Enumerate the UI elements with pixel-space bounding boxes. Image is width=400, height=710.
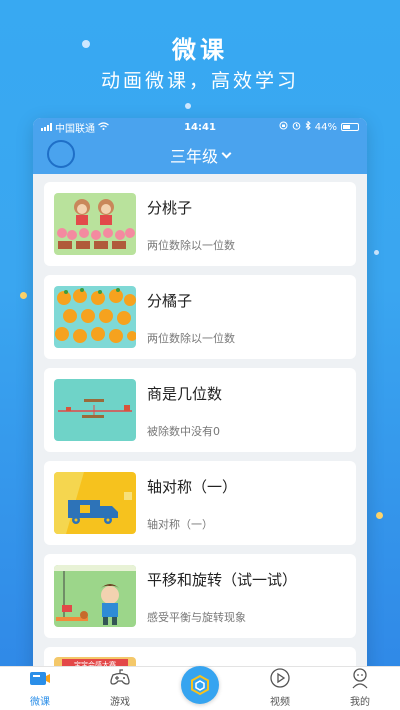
lesson-thumbnail xyxy=(54,565,136,627)
decor-dot xyxy=(185,103,191,109)
lesson-thumbnail xyxy=(54,379,136,441)
lesson-list: 分桃子 两位数除以一位数 分橘子 两位数除以一位数 商是几位数 被除数中没有0 … xyxy=(33,174,367,687)
lesson-card[interactable]: 分桃子 两位数除以一位数 xyxy=(44,182,356,266)
lesson-subtitle: 被除数中没有0 xyxy=(147,425,220,438)
lesson-subtitle: 两位数除以一位数 xyxy=(147,332,235,345)
lesson-thumbnail xyxy=(54,193,136,255)
lesson-title: 轴对称（一） xyxy=(147,478,238,496)
hexagon-icon xyxy=(181,666,219,704)
tab-label: 微课 xyxy=(30,697,50,708)
lesson-subtitle: 两位数除以一位数 xyxy=(147,239,235,252)
avatar[interactable] xyxy=(47,140,75,168)
bluetooth-icon xyxy=(305,120,311,133)
lesson-title: 平移和旋转（试一试） xyxy=(147,571,298,589)
bottom-tab-bar: 微课 游戏 视频 我的 xyxy=(0,666,400,710)
lesson-title: 分橘子 xyxy=(147,292,193,310)
signal-icon xyxy=(41,123,52,131)
lesson-subtitle: 轴对称（一） xyxy=(147,518,213,531)
lesson-subtitle: 感受平衡与旋转现象 xyxy=(147,611,246,624)
tab-center[interactable] xyxy=(170,666,230,708)
lesson-card[interactable]: 平移和旋转（试一试） 感受平衡与旋转现象 xyxy=(44,554,356,638)
alarm-icon xyxy=(292,121,301,133)
tab-games[interactable]: 游戏 xyxy=(90,665,150,708)
tab-label: 我的 xyxy=(350,697,370,708)
decor-dot xyxy=(376,512,383,519)
grade-selector[interactable]: 三年级 xyxy=(169,143,232,167)
phone-screen: 中国联通 14:41 44% 三年级 分桃子 两位数除以一位数 分橘子 两位数除… xyxy=(33,118,367,710)
lesson-title: 分桃子 xyxy=(147,199,193,217)
lesson-card[interactable]: 轴对称（一） 轴对称（一） xyxy=(44,461,356,545)
lesson-card[interactable]: 商是几位数 被除数中没有0 xyxy=(44,368,356,452)
tab-micro-lesson[interactable]: 微课 xyxy=(10,665,70,708)
carrier-label: 中国联通 xyxy=(55,123,95,135)
battery-icon xyxy=(341,123,359,131)
decor-dot xyxy=(374,250,379,255)
gamepad-icon xyxy=(109,665,131,691)
tab-profile[interactable]: 我的 xyxy=(330,665,390,708)
hero-subtitle: 动画微课，高效学习 xyxy=(100,70,299,92)
battery-percent: 44% xyxy=(314,121,337,133)
lesson-title: 商是几位数 xyxy=(147,385,223,403)
decor-dot xyxy=(20,292,27,299)
tab-label: 游戏 xyxy=(110,697,130,708)
lesson-card[interactable]: 分橘子 两位数除以一位数 xyxy=(44,275,356,359)
lesson-thumbnail xyxy=(54,472,136,534)
tab-videos[interactable]: 视频 xyxy=(250,665,310,708)
play-circle-icon xyxy=(269,665,291,691)
app-header: 三年级 xyxy=(33,136,367,174)
video-lesson-icon xyxy=(29,665,51,691)
tab-label: 视频 xyxy=(270,697,290,708)
lesson-thumbnail xyxy=(54,286,136,348)
chevron-down-icon xyxy=(221,148,232,158)
wifi-icon xyxy=(98,121,109,133)
hero-title: 微课 xyxy=(172,36,228,64)
person-icon xyxy=(350,665,370,691)
lock-rotation-icon xyxy=(279,121,288,133)
grade-label: 三年级 xyxy=(169,147,218,166)
status-bar: 中国联通 14:41 44% xyxy=(33,118,367,136)
